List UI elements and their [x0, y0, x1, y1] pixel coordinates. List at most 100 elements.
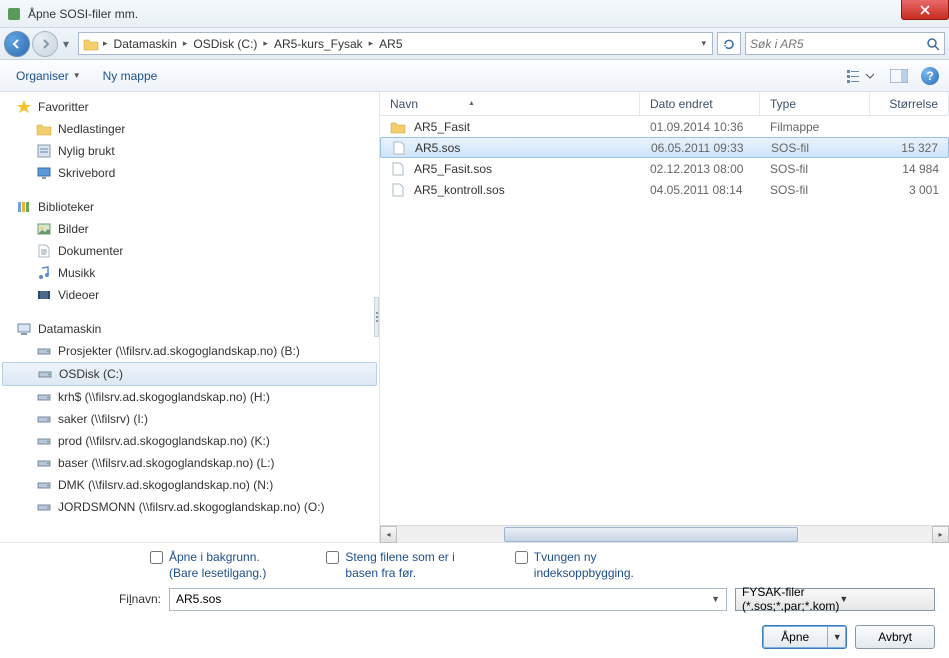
file-icon: [390, 182, 406, 198]
desktop-icon: [36, 165, 52, 181]
documents-icon: [36, 243, 52, 259]
sidebar-item-recent[interactable]: Nylig brukt: [0, 140, 379, 162]
sidebar-header-computer[interactable]: Datamaskin: [0, 318, 379, 340]
libraries-icon: [16, 199, 32, 215]
window-title: Åpne SOSI-filer mm.: [28, 7, 943, 21]
filename-input[interactable]: [176, 592, 711, 606]
refresh-button[interactable]: [717, 32, 741, 55]
close-button[interactable]: [901, 0, 949, 20]
view-options-button[interactable]: [843, 65, 877, 87]
computer-icon: [16, 321, 32, 337]
chevron-right-icon: ▸: [367, 38, 376, 49]
breadcrumb-seg[interactable]: Datamaskin: [110, 37, 181, 51]
button-row: Åpne ▼ Avbryt: [0, 616, 949, 658]
sidebar-group-libraries: Biblioteker Bilder Dokumenter Musikk Vid…: [0, 196, 379, 306]
folder-icon: [390, 119, 406, 135]
sidebar-item-drive[interactable]: JORDSMONN (\\filsrv.ad.skogoglandskap.no…: [0, 496, 379, 518]
checkbox-close-files[interactable]: [326, 551, 339, 564]
breadcrumb-seg[interactable]: OSDisk (C:): [189, 37, 261, 51]
sidebar-group-computer: Datamaskin Prosjekter (\\filsrv.ad.skogo…: [0, 318, 379, 518]
file-list-body[interactable]: AR5_Fasit 01.09.2014 10:36 Filmappe AR5.…: [380, 116, 949, 525]
sidebar-item-drive[interactable]: DMK (\\filsrv.ad.skogoglandskap.no) (N:): [0, 474, 379, 496]
sidebar-item-drive[interactable]: baser (\\filsrv.ad.skogoglandskap.no) (L…: [0, 452, 379, 474]
file-icon: [391, 140, 407, 156]
chevron-down-icon: ▼: [839, 594, 928, 604]
chevron-down-icon[interactable]: ▾: [701, 38, 706, 49]
sidebar-resize-handle[interactable]: [374, 297, 379, 337]
drive-icon: [36, 455, 52, 471]
filename-input-wrapper[interactable]: ▼: [169, 588, 727, 611]
column-name[interactable]: Navn: [380, 92, 640, 115]
forward-button[interactable]: [32, 31, 58, 57]
sidebar-item-drive[interactable]: OSDisk (C:): [2, 362, 377, 386]
breadcrumb[interactable]: ▸ Datamaskin ▸ OSDisk (C:) ▸ AR5-kurs_Fy…: [78, 32, 713, 55]
checkbox-force-index[interactable]: [515, 551, 528, 564]
sidebar-item-videos[interactable]: Videoer: [0, 284, 379, 306]
arrow-right-icon: [39, 38, 51, 50]
sidebar-item-drive[interactable]: Prosjekter (\\filsrv.ad.skogoglandskap.n…: [0, 340, 379, 362]
main-area: Favoritter Nedlastinger Nylig brukt Skri…: [0, 92, 949, 542]
checkbox-open-background[interactable]: [150, 551, 163, 564]
help-button[interactable]: ?: [921, 67, 939, 85]
drive-icon: [36, 499, 52, 515]
nav-history-dropdown[interactable]: ▾: [60, 34, 72, 54]
scroll-thumb[interactable]: [504, 527, 798, 542]
sidebar-item-pictures[interactable]: Bilder: [0, 218, 379, 240]
scroll-right-button[interactable]: ▸: [932, 526, 949, 543]
sidebar-header-favorites[interactable]: Favoritter: [0, 96, 379, 118]
open-button[interactable]: Åpne ▼: [762, 625, 847, 649]
horizontal-scrollbar[interactable]: ◂ ▸: [380, 525, 949, 542]
toolbar: Organiser▼ Ny mappe ?: [0, 60, 949, 92]
videos-icon: [36, 287, 52, 303]
column-size[interactable]: Størrelse: [870, 92, 949, 115]
recent-icon: [36, 143, 52, 159]
new-folder-button[interactable]: Ny mappe: [97, 66, 164, 86]
option-force-index[interactable]: Tvungen nyindeksoppbygging.: [515, 549, 634, 581]
scroll-left-button[interactable]: ◂: [380, 526, 397, 543]
search-input[interactable]: [750, 37, 926, 51]
drive-icon: [36, 411, 52, 427]
nav-bar: ▾ ▸ Datamaskin ▸ OSDisk (C:) ▸ AR5-kurs_…: [0, 28, 949, 60]
drive-icon: [36, 433, 52, 449]
file-list-header: Navn Dato endret Type Størrelse: [380, 92, 949, 116]
breadcrumb-seg[interactable]: AR5-kurs_Fysak: [270, 37, 367, 51]
column-type[interactable]: Type: [760, 92, 870, 115]
breadcrumb-seg[interactable]: AR5: [375, 37, 406, 51]
file-row[interactable]: AR5_Fasit 01.09.2014 10:36 Filmappe: [380, 116, 949, 137]
folder-icon: [36, 121, 52, 137]
sidebar-item-documents[interactable]: Dokumenter: [0, 240, 379, 262]
file-type-filter[interactable]: FYSAK-filer (*.sos;*.par;*.kom) ▼: [735, 588, 935, 611]
sidebar-item-drive[interactable]: saker (\\filsrv) (I:): [0, 408, 379, 430]
sidebar-header-libraries[interactable]: Biblioteker: [0, 196, 379, 218]
options-row: Åpne i bakgrunn.(Bare lesetilgang.) Sten…: [0, 542, 949, 582]
sidebar-item-music[interactable]: Musikk: [0, 262, 379, 284]
column-date[interactable]: Dato endret: [640, 92, 760, 115]
preview-pane-button[interactable]: [887, 66, 911, 86]
search-icon: [926, 37, 940, 51]
open-dropdown[interactable]: ▼: [828, 632, 846, 642]
search-box[interactable]: [745, 32, 945, 55]
star-icon: [16, 99, 32, 115]
sidebar-item-drive[interactable]: krh$ (\\filsrv.ad.skogoglandskap.no) (H:…: [0, 386, 379, 408]
drive-icon: [36, 343, 52, 359]
sidebar-item-drive[interactable]: prod (\\filsrv.ad.skogoglandskap.no) (K:…: [0, 430, 379, 452]
option-close-files[interactable]: Steng filene som er ibasen fra før.: [326, 549, 454, 581]
chevron-down-icon[interactable]: ▼: [711, 594, 720, 604]
refresh-icon: [722, 37, 736, 51]
option-open-background[interactable]: Åpne i bakgrunn.(Bare lesetilgang.): [150, 549, 266, 581]
sidebar-item-desktop[interactable]: Skrivebord: [0, 162, 379, 184]
back-button[interactable]: [4, 31, 30, 57]
file-row[interactable]: AR5_Fasit.sos 02.12.2013 08:00 SOS-fil 1…: [380, 158, 949, 179]
scroll-track[interactable]: [397, 526, 932, 543]
file-row[interactable]: AR5.sos 06.05.2011 09:33 SOS-fil 15 327: [380, 137, 949, 158]
drive-icon: [36, 389, 52, 405]
filename-label: Filnavn:: [14, 592, 169, 606]
chevron-down-icon: ▼: [73, 71, 81, 80]
file-row[interactable]: AR5_kontroll.sos 04.05.2011 08:14 SOS-fi…: [380, 179, 949, 200]
help-icon: ?: [926, 69, 933, 83]
sidebar-item-downloads[interactable]: Nedlastinger: [0, 118, 379, 140]
file-icon: [390, 161, 406, 177]
cancel-button[interactable]: Avbryt: [855, 625, 935, 649]
arrow-left-icon: [11, 38, 23, 50]
organize-button[interactable]: Organiser▼: [10, 66, 87, 86]
